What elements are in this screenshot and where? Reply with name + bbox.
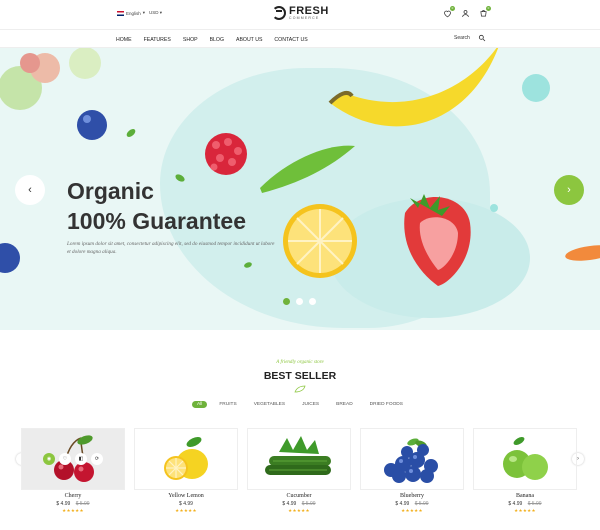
nav-item-about-us[interactable]: ABOUT US — [236, 37, 262, 43]
chevron-right-icon: › — [577, 456, 579, 462]
filter-fruits[interactable]: FRUITS — [214, 401, 241, 408]
blueberry-image — [384, 438, 438, 483]
hero-next-button[interactable]: › — [554, 175, 584, 205]
quick-view-button[interactable]: ◉ — [43, 453, 55, 465]
currency-selector[interactable]: USD ▾ — [149, 10, 162, 16]
product-rating: ★★★★★ — [175, 508, 197, 513]
language-selector[interactable]: English ▾ — [117, 10, 145, 16]
compare-icon: ⟳ — [94, 456, 100, 462]
filter-vegetables[interactable]: VEGETABLES — [249, 401, 290, 408]
product-price: $ 4.99 — [179, 501, 193, 507]
product-carousel: ◉ ♡ ◧ ⟳ Cherry $ 4.99 $ 5.99 ★★★★★ Yello… — [21, 428, 577, 514]
user-icon — [462, 10, 469, 17]
chevron-left-icon: ‹ — [28, 184, 32, 196]
product-image[interactable] — [473, 428, 577, 490]
logo[interactable]: FRESH COMMERCE — [272, 6, 329, 21]
language-label: English — [126, 10, 141, 16]
product-name[interactable]: Cucumber — [247, 493, 351, 499]
hero-description: Lorem ipsum dolor sit amet, consectetur … — [67, 241, 275, 255]
search-label: Search — [454, 35, 470, 41]
product-rating: ★★★★★ — [514, 508, 536, 513]
product-price: $ 4.99 — [56, 501, 71, 507]
hero-pagination — [283, 298, 316, 305]
logo-mark-icon — [272, 6, 286, 21]
product-image[interactable]: ◉ ♡ ◧ ⟳ — [21, 428, 125, 490]
nav-item-home[interactable]: HOME — [116, 37, 132, 43]
product-old-price: $ 5.99 — [75, 501, 90, 507]
product-old-price: $ 5.99 — [527, 501, 542, 507]
hero-title-line-2: 100% Guarantee — [67, 208, 246, 234]
hero-dot-2[interactable] — [296, 298, 303, 305]
product-price: $ 4.99 — [282, 501, 297, 507]
hero-slider: Organic 100% Guarantee Lorem ipsum dolor… — [0, 48, 600, 330]
bag-icon: ◧ — [78, 456, 84, 462]
product-card[interactable]: ◉ ♡ ◧ ⟳ Cherry $ 4.99 $ 5.99 ★★★★★ — [21, 428, 125, 514]
product-name[interactable]: Banana — [473, 493, 577, 499]
wishlist-button[interactable]: 0 — [443, 6, 455, 18]
uk-flag-icon — [117, 10, 124, 16]
main-nav: HOME FEATURES SHOP BLOG ABOUT US CONTACT… — [0, 29, 600, 48]
product-name[interactable]: Yellow Lemon — [134, 493, 238, 499]
product-card[interactable]: Cucumber $ 4.99 $ 5.99 ★★★★★ — [247, 428, 351, 514]
currency-label: USD — [149, 10, 159, 15]
nav-item-blog[interactable]: BLOG — [210, 37, 224, 43]
product-rating: ★★★★★ — [401, 508, 423, 513]
hero-title: Organic 100% Guarantee — [67, 176, 297, 236]
hero-prev-button[interactable]: ‹ — [15, 175, 45, 205]
wishlist-count-badge: 0 — [450, 6, 455, 11]
product-price: $ 4.99 — [508, 501, 523, 507]
search-trigger[interactable]: Search — [454, 34, 486, 42]
product-image[interactable] — [247, 428, 351, 490]
banana-image — [503, 437, 548, 480]
account-button[interactable] — [461, 9, 470, 18]
product-card[interactable]: Yellow Lemon $ 4.99 ★★★★★ — [134, 428, 238, 514]
product-card[interactable]: Blueberry $ 4.99 $ 5.99 ★★★★★ — [360, 428, 464, 514]
filter-bread[interactable]: BREAD — [331, 401, 358, 408]
category-filters: All FRUITS VEGETABLES JUICES BREAD DRIED… — [0, 401, 600, 408]
add-to-wishlist-button[interactable]: ♡ — [59, 453, 71, 465]
section-title: BEST SELLER — [263, 370, 337, 382]
heart-icon: ♡ — [62, 456, 68, 462]
nav-item-features[interactable]: FEATURES — [144, 37, 171, 43]
lemon-image — [164, 437, 208, 480]
chevron-down-icon: ▾ — [142, 10, 146, 15]
leaf-divider-icon — [294, 385, 306, 393]
add-to-cart-button[interactable]: ◧ — [75, 453, 87, 465]
hero-dot-3[interactable] — [309, 298, 316, 305]
product-image[interactable] — [134, 428, 238, 490]
product-old-price: $ 5.99 — [414, 501, 429, 507]
chevron-right-icon: › — [567, 184, 571, 196]
cucumber-image — [265, 436, 331, 475]
hero-title-line-1: Organic — [67, 178, 154, 204]
product-image[interactable] — [360, 428, 464, 490]
compare-button[interactable]: ⟳ — [91, 453, 103, 465]
logo-sub-text: COMMERCE — [289, 16, 320, 20]
product-rating: ★★★★★ — [288, 508, 310, 513]
product-name[interactable]: Cherry — [21, 493, 125, 499]
top-bar: English ▾ USD ▾ FRESH COMMERCE 0 0 — [0, 0, 600, 29]
filter-all[interactable]: All — [192, 401, 208, 408]
search-icon — [478, 34, 486, 42]
hero-dot-1[interactable] — [283, 298, 290, 305]
filter-juices[interactable]: JUICES — [297, 401, 324, 408]
nav-item-shop[interactable]: SHOP — [183, 37, 198, 43]
cart-count-badge: 0 — [486, 6, 491, 11]
product-rating: ★★★★★ — [62, 508, 84, 513]
product-name[interactable]: Blueberry — [360, 493, 464, 499]
nav-item-contact-us[interactable]: CONTACT US — [274, 37, 307, 43]
product-old-price: $ 5.99 — [301, 501, 316, 507]
filter-dried-foods[interactable]: DRIED FOODS — [365, 401, 408, 408]
section-tagline: A friendly organic store — [276, 360, 324, 365]
chevron-down-icon: ▾ — [159, 10, 163, 15]
product-card[interactable]: Banana $ 4.99 $ 5.99 ★★★★★ — [473, 428, 577, 514]
product-price: $ 4.99 — [395, 501, 410, 507]
eye-icon: ◉ — [46, 456, 52, 462]
cart-button[interactable]: 0 — [479, 6, 491, 18]
